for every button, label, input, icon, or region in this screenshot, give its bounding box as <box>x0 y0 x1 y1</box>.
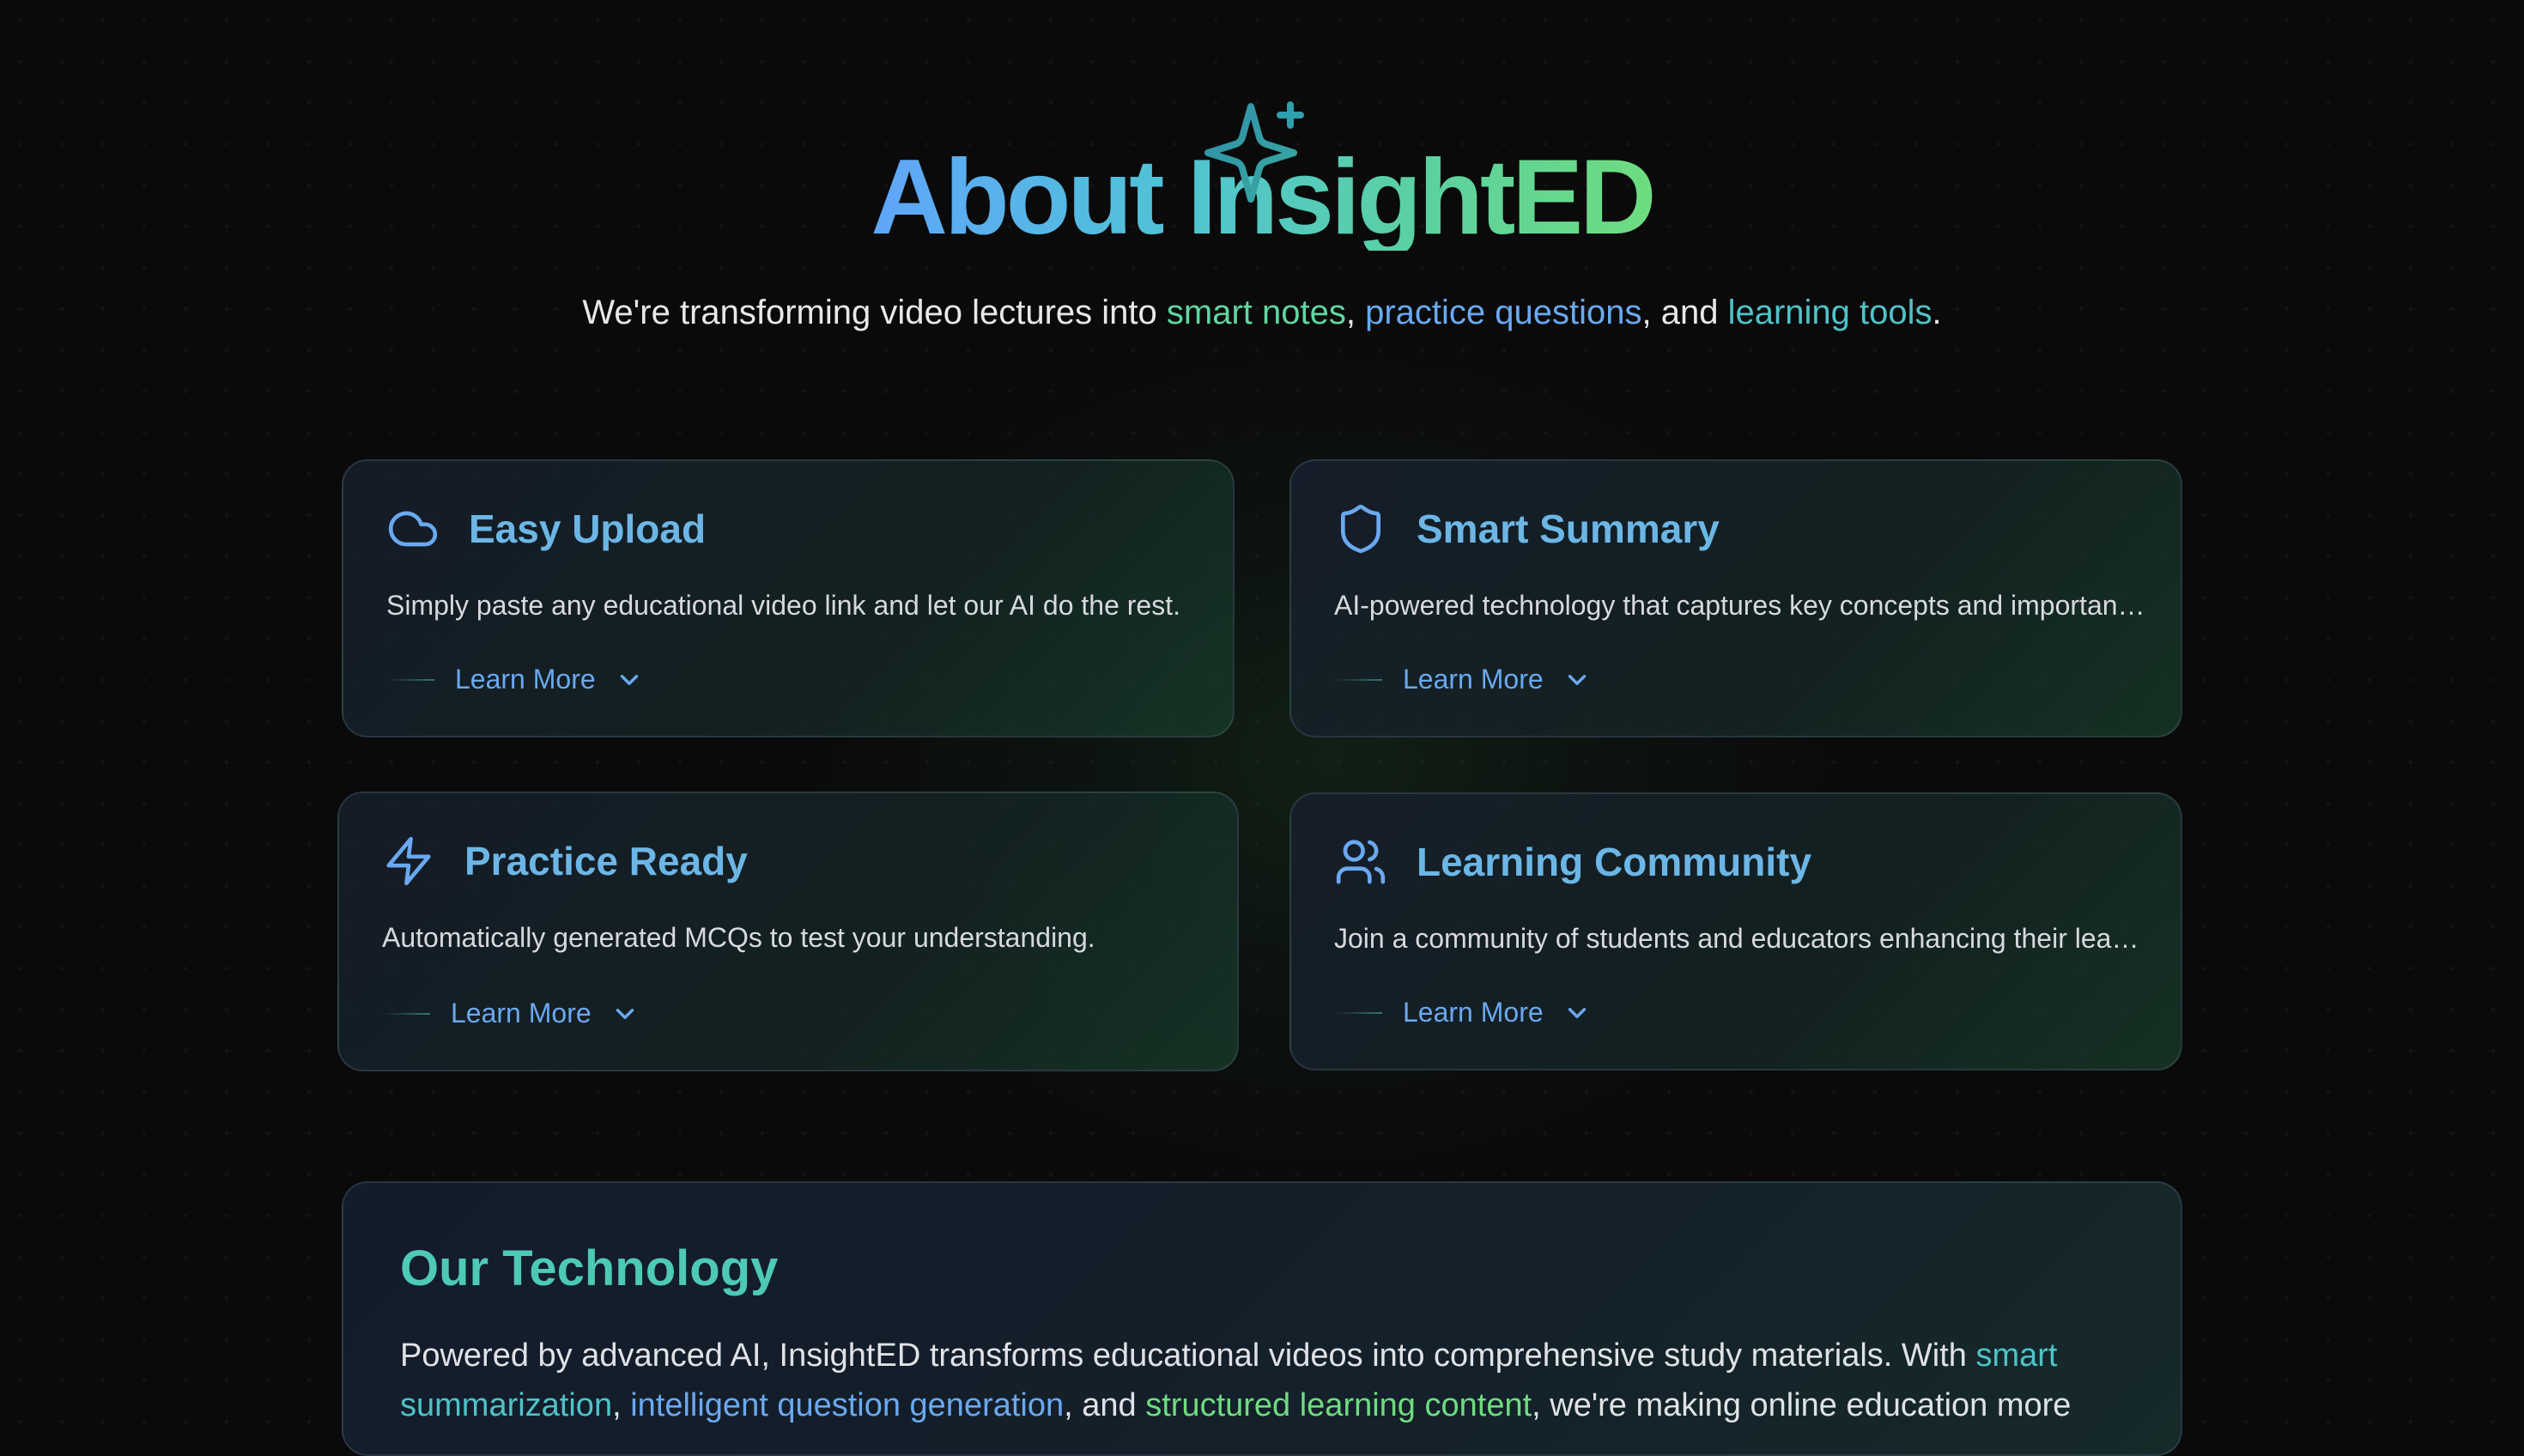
highlight-question-generation: intelligent question generation <box>630 1387 1065 1423</box>
learn-more-button[interactable]: Learn More <box>1334 997 1592 1028</box>
learn-more-button[interactable]: Learn More <box>382 998 640 1029</box>
chevron-down-icon <box>1568 1007 1586 1018</box>
chevron-down-icon <box>620 674 638 685</box>
cloud-icon <box>388 511 438 547</box>
learn-more-label: Learn More <box>455 664 596 695</box>
learn-more-button[interactable]: Learn More <box>1334 664 1592 695</box>
subtitle-learning-tools: learning tools <box>1727 294 1932 331</box>
card-title: Learning Community <box>1417 840 1812 884</box>
card-header: Smart Summary <box>1334 502 1720 555</box>
background-glow <box>773 309 1889 1210</box>
card-description: Simply paste any educational video link … <box>386 590 1180 621</box>
divider-line <box>1334 678 1382 681</box>
feature-card-learning-community: Learning Community Join a community of s… <box>1289 792 2182 1071</box>
divider-line <box>1334 1011 1382 1014</box>
chevron-down-icon <box>616 1008 634 1019</box>
chevron-down-icon <box>1568 674 1586 685</box>
hero-section: About InsightED We're transforming video… <box>0 0 2524 332</box>
learn-more-label: Learn More <box>451 998 592 1028</box>
title-wrap: About InsightED <box>871 101 1657 251</box>
subtitle-practice-questions: practice questions <box>1365 294 1642 331</box>
highlight-structured-content: structured learning content <box>1145 1387 1532 1423</box>
technology-title: Our Technology <box>400 1241 779 1296</box>
technology-body: Powered by advanced AI, InsightED transf… <box>400 1331 2100 1430</box>
card-title: Easy Upload <box>469 507 707 551</box>
learn-more-label: Learn More <box>1403 997 1544 1028</box>
body-text: , and <box>1064 1387 1146 1423</box>
hero-subtitle: We're transforming video lectures into s… <box>0 294 2524 332</box>
subtitle-suffix: . <box>1932 294 1942 331</box>
card-header: Easy Upload <box>386 502 706 555</box>
lightning-icon <box>386 836 431 886</box>
technology-section: Our Technology Powered by advanced AI, I… <box>342 1181 2182 1456</box>
body-text: , <box>612 1387 631 1423</box>
feature-card-practice-ready: Practice Ready Automatically generated M… <box>337 792 1239 1071</box>
subtitle-separator: , <box>1345 294 1366 331</box>
card-description: Join a community of students and educato… <box>1334 923 2146 954</box>
body-text: , we're making online education more <box>1532 1387 2072 1423</box>
feature-card-smart-summary: Smart Summary AI-powered technology that… <box>1289 459 2182 737</box>
divider-line <box>382 1012 430 1015</box>
subtitle-prefix: We're transforming video lectures into <box>582 294 1167 331</box>
card-header: Learning Community <box>1334 835 1811 889</box>
card-description: AI-powered technology that captures key … <box>1334 590 2146 621</box>
divider-line <box>386 678 434 681</box>
card-title: Smart Summary <box>1417 507 1720 551</box>
learn-more-button[interactable]: Learn More <box>386 664 644 695</box>
users-icon <box>1336 840 1386 884</box>
body-text: Powered by advanced AI, InsightED transf… <box>400 1338 1976 1374</box>
subtitle-separator: , and <box>1641 294 1728 331</box>
sparkles-icon <box>1204 101 1305 203</box>
card-description: Automatically generated MCQs to test you… <box>382 922 1095 953</box>
learn-more-label: Learn More <box>1403 664 1544 695</box>
feature-card-easy-upload: Easy Upload Simply paste any educational… <box>342 459 1235 737</box>
card-title: Practice Ready <box>464 839 748 883</box>
card-header: Practice Ready <box>382 834 748 888</box>
subtitle-smart-notes: smart notes <box>1166 294 1346 331</box>
shield-icon <box>1341 504 1380 554</box>
